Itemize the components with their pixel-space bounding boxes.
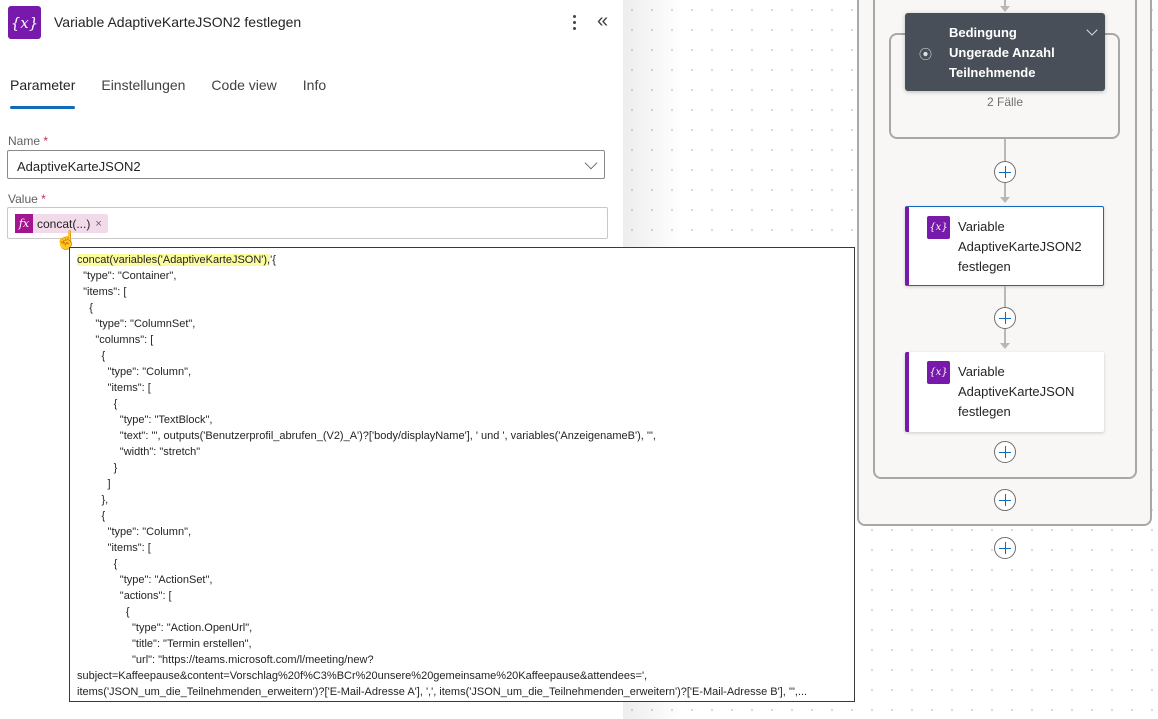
action-title-line: AdaptiveKarteJSON2 [958,239,1082,254]
function-icon: fx [15,214,33,233]
name-label: Name * [8,134,48,148]
chevron-down-icon[interactable] [1086,24,1098,36]
action-title-line: festlegen [958,404,1011,419]
condition-title-line: Bedingung [949,25,1017,40]
add-action-button[interactable] [994,489,1016,511]
connector-arrow [1000,197,1010,203]
action-title: Variable AdaptiveKarteJSON2 festlegen [958,217,1082,277]
dot [572,26,576,30]
tab-einstellungen[interactable]: Einstellungen [101,77,185,103]
required-mark: * [41,192,46,206]
expression-code: concat(variables('AdaptiveKarteJSON'),'{… [77,252,854,700]
connector-arrow [1000,6,1010,12]
variable-icon: {x} [8,6,41,39]
value-label-text: Value [8,192,38,206]
action-title: Variable AdaptiveKarteJSON festlegen [958,362,1074,422]
collapse-panel-button[interactable]: « [597,10,608,32]
dot [572,14,576,18]
condition-cases-count: 2 Fälle [986,95,1024,109]
variable-icon: {x} [927,216,950,239]
action-card-set-variable-json[interactable]: {x} Variable AdaptiveKarteJSON festlegen [905,352,1104,432]
value-label: Value * [8,192,46,206]
panel-title: Variable AdaptiveKarteJSON2 festlegen [54,14,302,30]
tab-parameter[interactable]: Parameter [10,77,76,109]
highlighted-function: concat(variables('AdaptiveKarteJSON'), [77,254,271,266]
action-title-line: Variable [958,219,1005,234]
remove-token-icon[interactable]: × [90,218,107,230]
action-title-line: festlegen [958,259,1011,274]
tab-code-view[interactable]: Code view [211,77,276,103]
action-card-set-variable-json2[interactable]: {x} Variable AdaptiveKarteJSON2 festlege… [905,206,1104,286]
panel-tabs: Parameter Einstellungen Code view Info [10,77,352,109]
expression-tooltip: concat(variables('AdaptiveKarteJSON'),'{… [69,247,855,702]
condition-title-line: Ungerade Anzahl [949,45,1055,60]
name-dropdown-value: AdaptiveKarteJSON2 [17,159,141,174]
variable-icon: {x} [927,361,950,384]
name-label-text: Name [8,134,41,148]
action-title-line: Variable [958,364,1005,379]
condition-icon: ⦿ [919,47,933,62]
expression-token-label: concat(...) [37,216,91,231]
add-action-button[interactable] [994,537,1016,559]
connector-arrow [1000,343,1010,349]
required-mark: * [43,134,49,148]
more-options-button[interactable] [566,10,582,34]
add-action-button[interactable] [994,441,1016,463]
add-action-button[interactable] [994,161,1016,183]
condition-title-line: Teilnehmende [949,65,1036,80]
name-dropdown[interactable]: AdaptiveKarteJSON2 [7,150,605,179]
dot [572,20,576,24]
value-input[interactable]: fx concat(...) × [7,207,608,239]
tab-info[interactable]: Info [303,77,326,103]
add-action-button[interactable] [994,307,1016,329]
chevron-down-icon [584,156,598,170]
action-title-line: AdaptiveKarteJSON [958,384,1075,399]
condition-card[interactable]: ⦿ Bedingung Ungerade Anzahl Teilnehmende [905,13,1105,91]
expression-body: '{ "type": "Container", "items": [ { "ty… [77,254,808,698]
condition-title: Bedingung Ungerade Anzahl Teilnehmende [949,23,1055,83]
